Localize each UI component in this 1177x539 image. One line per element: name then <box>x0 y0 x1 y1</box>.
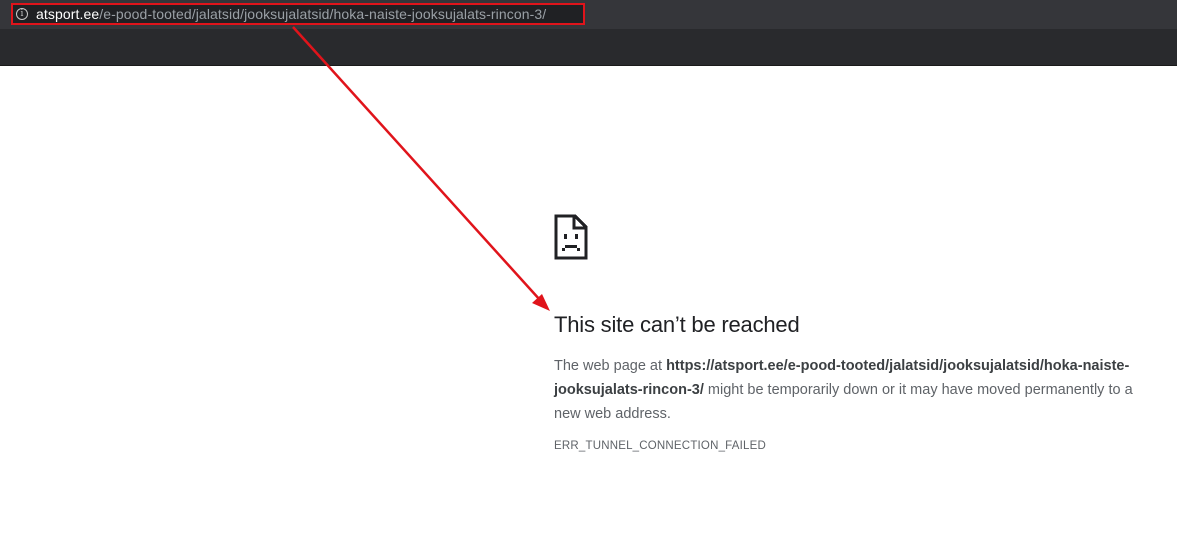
url-text[interactable]: atsport.ee/e-pood-tooted/jalatsid/jooksu… <box>36 6 546 22</box>
arrow-line <box>292 26 541 301</box>
url-host: atsport.ee <box>36 6 100 22</box>
sad-page-icon <box>554 214 588 260</box>
browser-toolbar: i atsport.ee/e-pood-tooted/jalatsid/jook… <box>0 0 1177 66</box>
desc-prefix: The web page at <box>554 358 667 375</box>
url-path: /e-pood-tooted/jalatsid/jooksujalatsid/h… <box>99 6 547 22</box>
address-bar[interactable]: i atsport.ee/e-pood-tooted/jalatsid/jook… <box>11 3 585 25</box>
error-code: ERR_TUNNEL_CONNECTION_FAILED <box>554 440 767 453</box>
error-title: This site can’t be reached <box>554 312 800 337</box>
bookmarks-bar <box>0 29 1177 66</box>
address-row: i atsport.ee/e-pood-tooted/jalatsid/jook… <box>0 0 1177 29</box>
arrow-head <box>532 294 550 311</box>
error-content: This site can’t be reached The web page … <box>554 214 1144 452</box>
error-description: The web page at https://atsport.ee/e-poo… <box>554 354 1144 426</box>
info-icon[interactable]: i <box>16 8 28 20</box>
